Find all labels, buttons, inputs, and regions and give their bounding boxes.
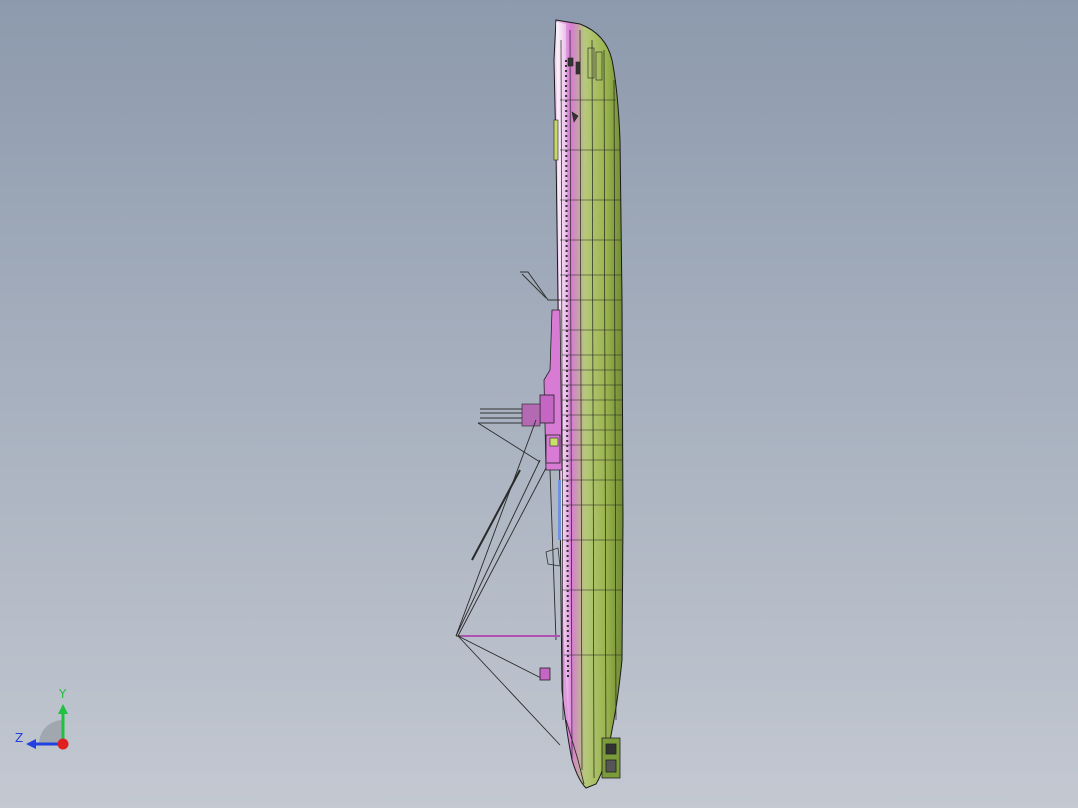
- graphics-viewport[interactable]: Y Z: [0, 0, 1078, 808]
- model-canvas[interactable]: [0, 0, 1078, 808]
- z-axis-label: Z: [15, 731, 24, 745]
- bridge-block[interactable]: [539, 394, 555, 424]
- z-arrowhead-icon: [26, 739, 36, 749]
- y-axis-label: Y: [59, 687, 67, 701]
- coordinate-triad: Y Z: [10, 686, 80, 756]
- y-arrowhead-icon: [58, 704, 68, 714]
- blue-strip: [558, 480, 561, 540]
- triad-graphic: [26, 704, 69, 750]
- green-panel: [549, 437, 559, 447]
- gun-turret: [521, 403, 541, 427]
- x-axis-dot: [57, 738, 69, 750]
